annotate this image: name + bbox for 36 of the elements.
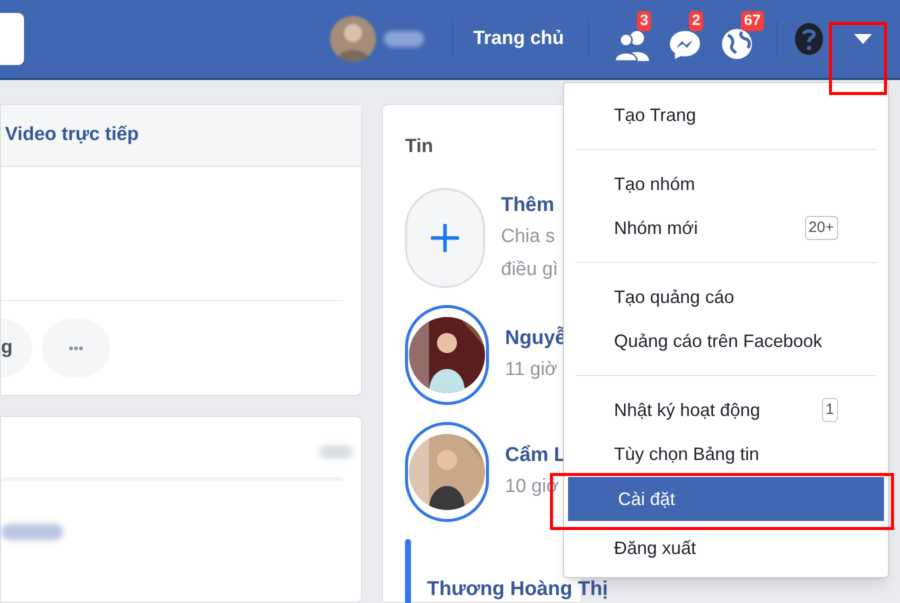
dropdown-caret-icon[interactable] [854,34,872,44]
count-badge: 2 [689,11,704,31]
stories-title: Tin [405,135,434,159]
composer-button[interactable]: g [1,319,32,377]
menu-item[interactable]: Tạo Trang [564,98,888,132]
story-name[interactable]: Thương Hoàng Thị [427,574,608,603]
menu-item[interactable]: Quảng cáo trên Facebook [564,324,888,358]
plus-icon [431,224,459,252]
story-name[interactable]: Thêm [501,190,558,220]
story-subtitle: điều gì [501,258,558,282]
blurred-text [319,445,353,459]
menu-item[interactable]: Nhật ký hoạt động 1 [564,393,888,427]
story-name[interactable]: Nguyễ [505,323,566,353]
menu-item[interactable]: Cài đặt [568,477,884,521]
count-badge: 20+ [804,216,838,240]
count-badge: 1 [822,398,838,422]
chat-bubble-icon [668,29,702,61]
count-badge: 67 [741,11,764,31]
avatar[interactable] [330,16,376,62]
story-avatar[interactable] [405,304,489,404]
search-field[interactable] [0,13,24,65]
menu-item[interactable]: Đăng xuất [564,531,888,565]
blurred-text [1,524,63,540]
menu-item[interactable]: Tạo quảng cáo [564,280,888,314]
globe-icon [720,27,754,61]
count-badge: 3 [637,11,652,31]
story-subtitle: 11 giờ [505,358,558,382]
menu-item[interactable]: Tùy chọn Bảng tin [564,437,888,471]
home-link[interactable]: Trang chủ [473,24,564,54]
menu-item[interactable]: Nhóm mới 20+ [564,211,888,245]
help-icon[interactable] [794,22,824,56]
composer-tab[interactable]: Video trực tiếp [5,121,139,150]
story-avatar[interactable] [405,422,489,522]
story-subtitle: Chia s [501,224,556,248]
friends-icon [615,29,651,61]
menu-item[interactable]: Tạo nhóm [564,167,888,201]
